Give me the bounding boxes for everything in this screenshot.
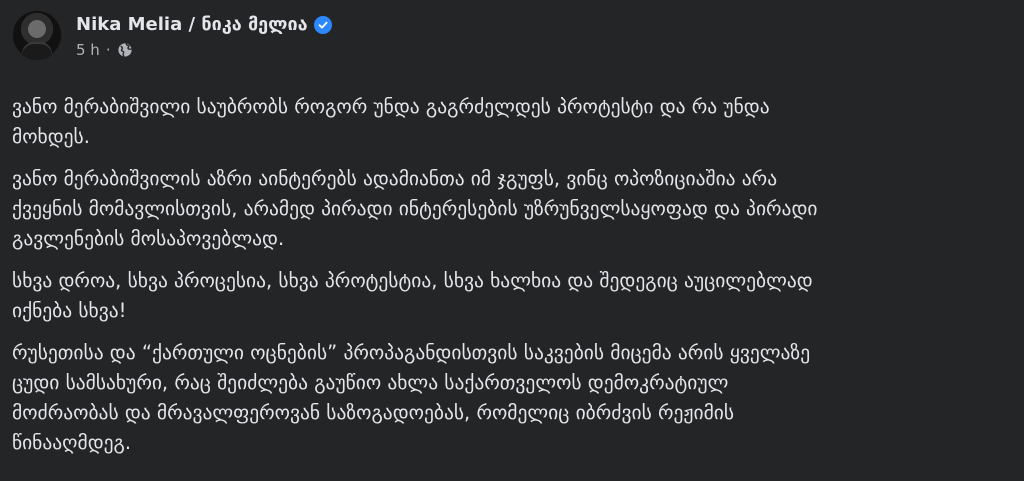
author-name[interactable]: Nika Melia / ნიკა მელია xyxy=(76,14,308,35)
post-header-text: Nika Melia / ნიკა მელია 5 h · xyxy=(76,10,332,59)
facebook-post: Nika Melia / ნიკა მელია 5 h · ვანო მერაბ… xyxy=(0,0,1024,481)
post-paragraph-4: რუსეთისა და “ქართული ოცნების” პროპაგანდი… xyxy=(12,341,811,454)
post-paragraph-3: სხვა დროა, სხვა პროცესია, სხვა პროტესტია… xyxy=(12,269,813,322)
post-paragraph-1: ვანო მერაბიშვილი საუბრობს როგორ უნდა გაგ… xyxy=(12,95,770,148)
post-timestamp[interactable]: 5 h xyxy=(76,41,100,59)
post-meta: 5 h · xyxy=(76,41,332,59)
author-avatar[interactable] xyxy=(12,10,62,60)
post-header: Nika Melia / ნიკა მელია 5 h · xyxy=(12,10,332,72)
post-body: ვანო მერაბიშვილი საუბრობს როგორ უნდა გაგ… xyxy=(12,92,1012,470)
globe-icon[interactable] xyxy=(117,42,133,58)
post-paragraph-2: ვანო მერაბიშვილის აზრი აინტერებს ადამიან… xyxy=(12,167,818,250)
author-name-row: Nika Melia / ნიკა მელია xyxy=(76,14,332,35)
meta-separator: · xyxy=(105,41,111,59)
checkmark-icon xyxy=(318,21,328,28)
verified-badge-icon xyxy=(313,15,332,34)
